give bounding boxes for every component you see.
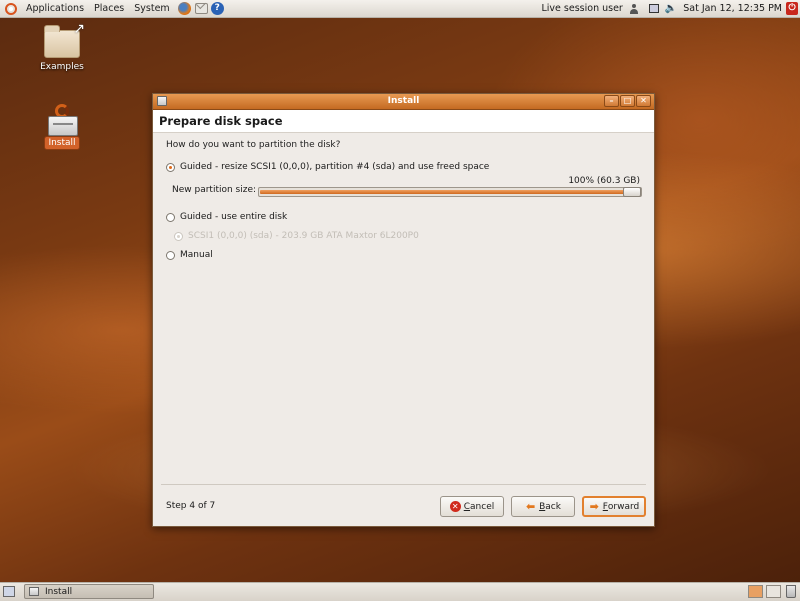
slider-thumb[interactable]	[623, 187, 641, 197]
suboption-label: SCSI1 (0,0,0) (sda) - 203.9 GB ATA Maxto…	[188, 231, 419, 241]
taskbar-item-label: Install	[45, 587, 72, 597]
option-guided-entire[interactable]: Guided - use entire disk	[166, 210, 642, 224]
menu-applications[interactable]: Applications	[21, 3, 89, 14]
install-window: Install – □ ✕ Prepare disk space How do …	[152, 93, 655, 527]
back-button[interactable]: ⬅ Back	[511, 496, 575, 517]
forward-arrow-icon: ➡	[589, 501, 600, 512]
option-guided-resize[interactable]: Guided - resize SCSI1 (0,0,0), partition…	[166, 160, 642, 174]
workspace-1[interactable]	[748, 585, 763, 598]
footer-separator	[161, 484, 646, 485]
page-heading: Prepare disk space	[153, 110, 654, 133]
cancel-icon: ✕	[450, 501, 461, 512]
folder-icon: ↗	[44, 30, 80, 58]
installer-icon	[46, 104, 78, 134]
option-manual[interactable]: Manual	[166, 248, 642, 262]
slider-fill	[260, 190, 631, 194]
show-desktop-icon[interactable]	[3, 586, 15, 597]
forward-label: orward	[608, 502, 639, 512]
radio-manual[interactable]	[166, 251, 175, 260]
bottom-panel: Install	[0, 582, 800, 601]
step-indicator: Step 4 of 7	[166, 501, 215, 511]
workspace-2[interactable]	[766, 585, 781, 598]
cancel-button[interactable]: ✕ Cancel	[440, 496, 504, 517]
network-icon[interactable]	[649, 4, 659, 13]
option-label: Manual	[180, 250, 213, 260]
firefox-icon[interactable]	[178, 2, 191, 15]
radio-guided-resize[interactable]	[166, 163, 175, 172]
forward-button[interactable]: ➡ Forward	[582, 496, 646, 517]
slider-value-label: 100% (60.3 GB)	[568, 176, 640, 186]
window-title: Install	[388, 96, 420, 106]
clock[interactable]: Sat Jan 12, 12:35 PM	[683, 3, 782, 14]
top-panel: Applications Places System ? Live sessio…	[0, 0, 800, 18]
desktop-icon-examples[interactable]: ↗ Examples	[38, 30, 86, 72]
taskbar-item-install[interactable]: Install	[24, 584, 154, 599]
option-label: Guided - resize SCSI1 (0,0,0), partition…	[180, 162, 489, 172]
close-button[interactable]: ✕	[636, 95, 651, 107]
window-titlebar[interactable]: Install – □ ✕	[153, 94, 654, 110]
back-arrow-icon: ⬅	[525, 501, 536, 512]
installer-small-icon	[157, 96, 167, 106]
desktop-icon-install[interactable]: Install	[38, 104, 86, 150]
partition-size-slider-area: 100% (60.3 GB) New partition size:	[166, 176, 642, 206]
maximize-button[interactable]: □	[620, 95, 635, 107]
partition-size-slider[interactable]	[258, 187, 642, 197]
ubuntu-logo-icon[interactable]	[5, 3, 17, 15]
user-icon[interactable]	[629, 4, 639, 14]
help-icon[interactable]: ?	[211, 2, 224, 15]
top-panel-tray: Live session user 🔈 Sat Jan 12, 12:35 PM…	[542, 0, 800, 17]
window-controls: – □ ✕	[604, 95, 651, 107]
link-arrow-icon: ↗	[73, 21, 85, 37]
radio-guided-entire[interactable]	[166, 213, 175, 222]
drive-icon	[48, 116, 78, 136]
partition-content: How do you want to partition the disk? G…	[166, 140, 642, 262]
power-icon[interactable]: ⏻	[786, 2, 798, 15]
minimize-button[interactable]: –	[604, 95, 619, 107]
volume-icon[interactable]: 🔈	[665, 3, 677, 14]
menu-places[interactable]: Places	[89, 3, 129, 14]
cancel-label: ancel	[470, 502, 494, 512]
slider-label: New partition size:	[172, 185, 256, 195]
menu-system[interactable]: System	[129, 3, 174, 14]
installer-small-icon	[29, 587, 39, 596]
partition-question: How do you want to partition the disk?	[166, 140, 642, 150]
mail-icon[interactable]	[195, 3, 208, 14]
trash-icon[interactable]	[786, 585, 796, 598]
option-label: Guided - use entire disk	[180, 212, 287, 222]
desktop-icon-label: Examples	[40, 62, 84, 72]
suboption-disk: SCSI1 (0,0,0) (sda) - 203.9 GB ATA Maxto…	[166, 229, 642, 243]
desktop-icon-label: Install	[44, 136, 79, 150]
back-label: ack	[545, 502, 561, 512]
radio-disk-disabled	[174, 232, 183, 241]
session-user-label[interactable]: Live session user	[542, 3, 623, 14]
